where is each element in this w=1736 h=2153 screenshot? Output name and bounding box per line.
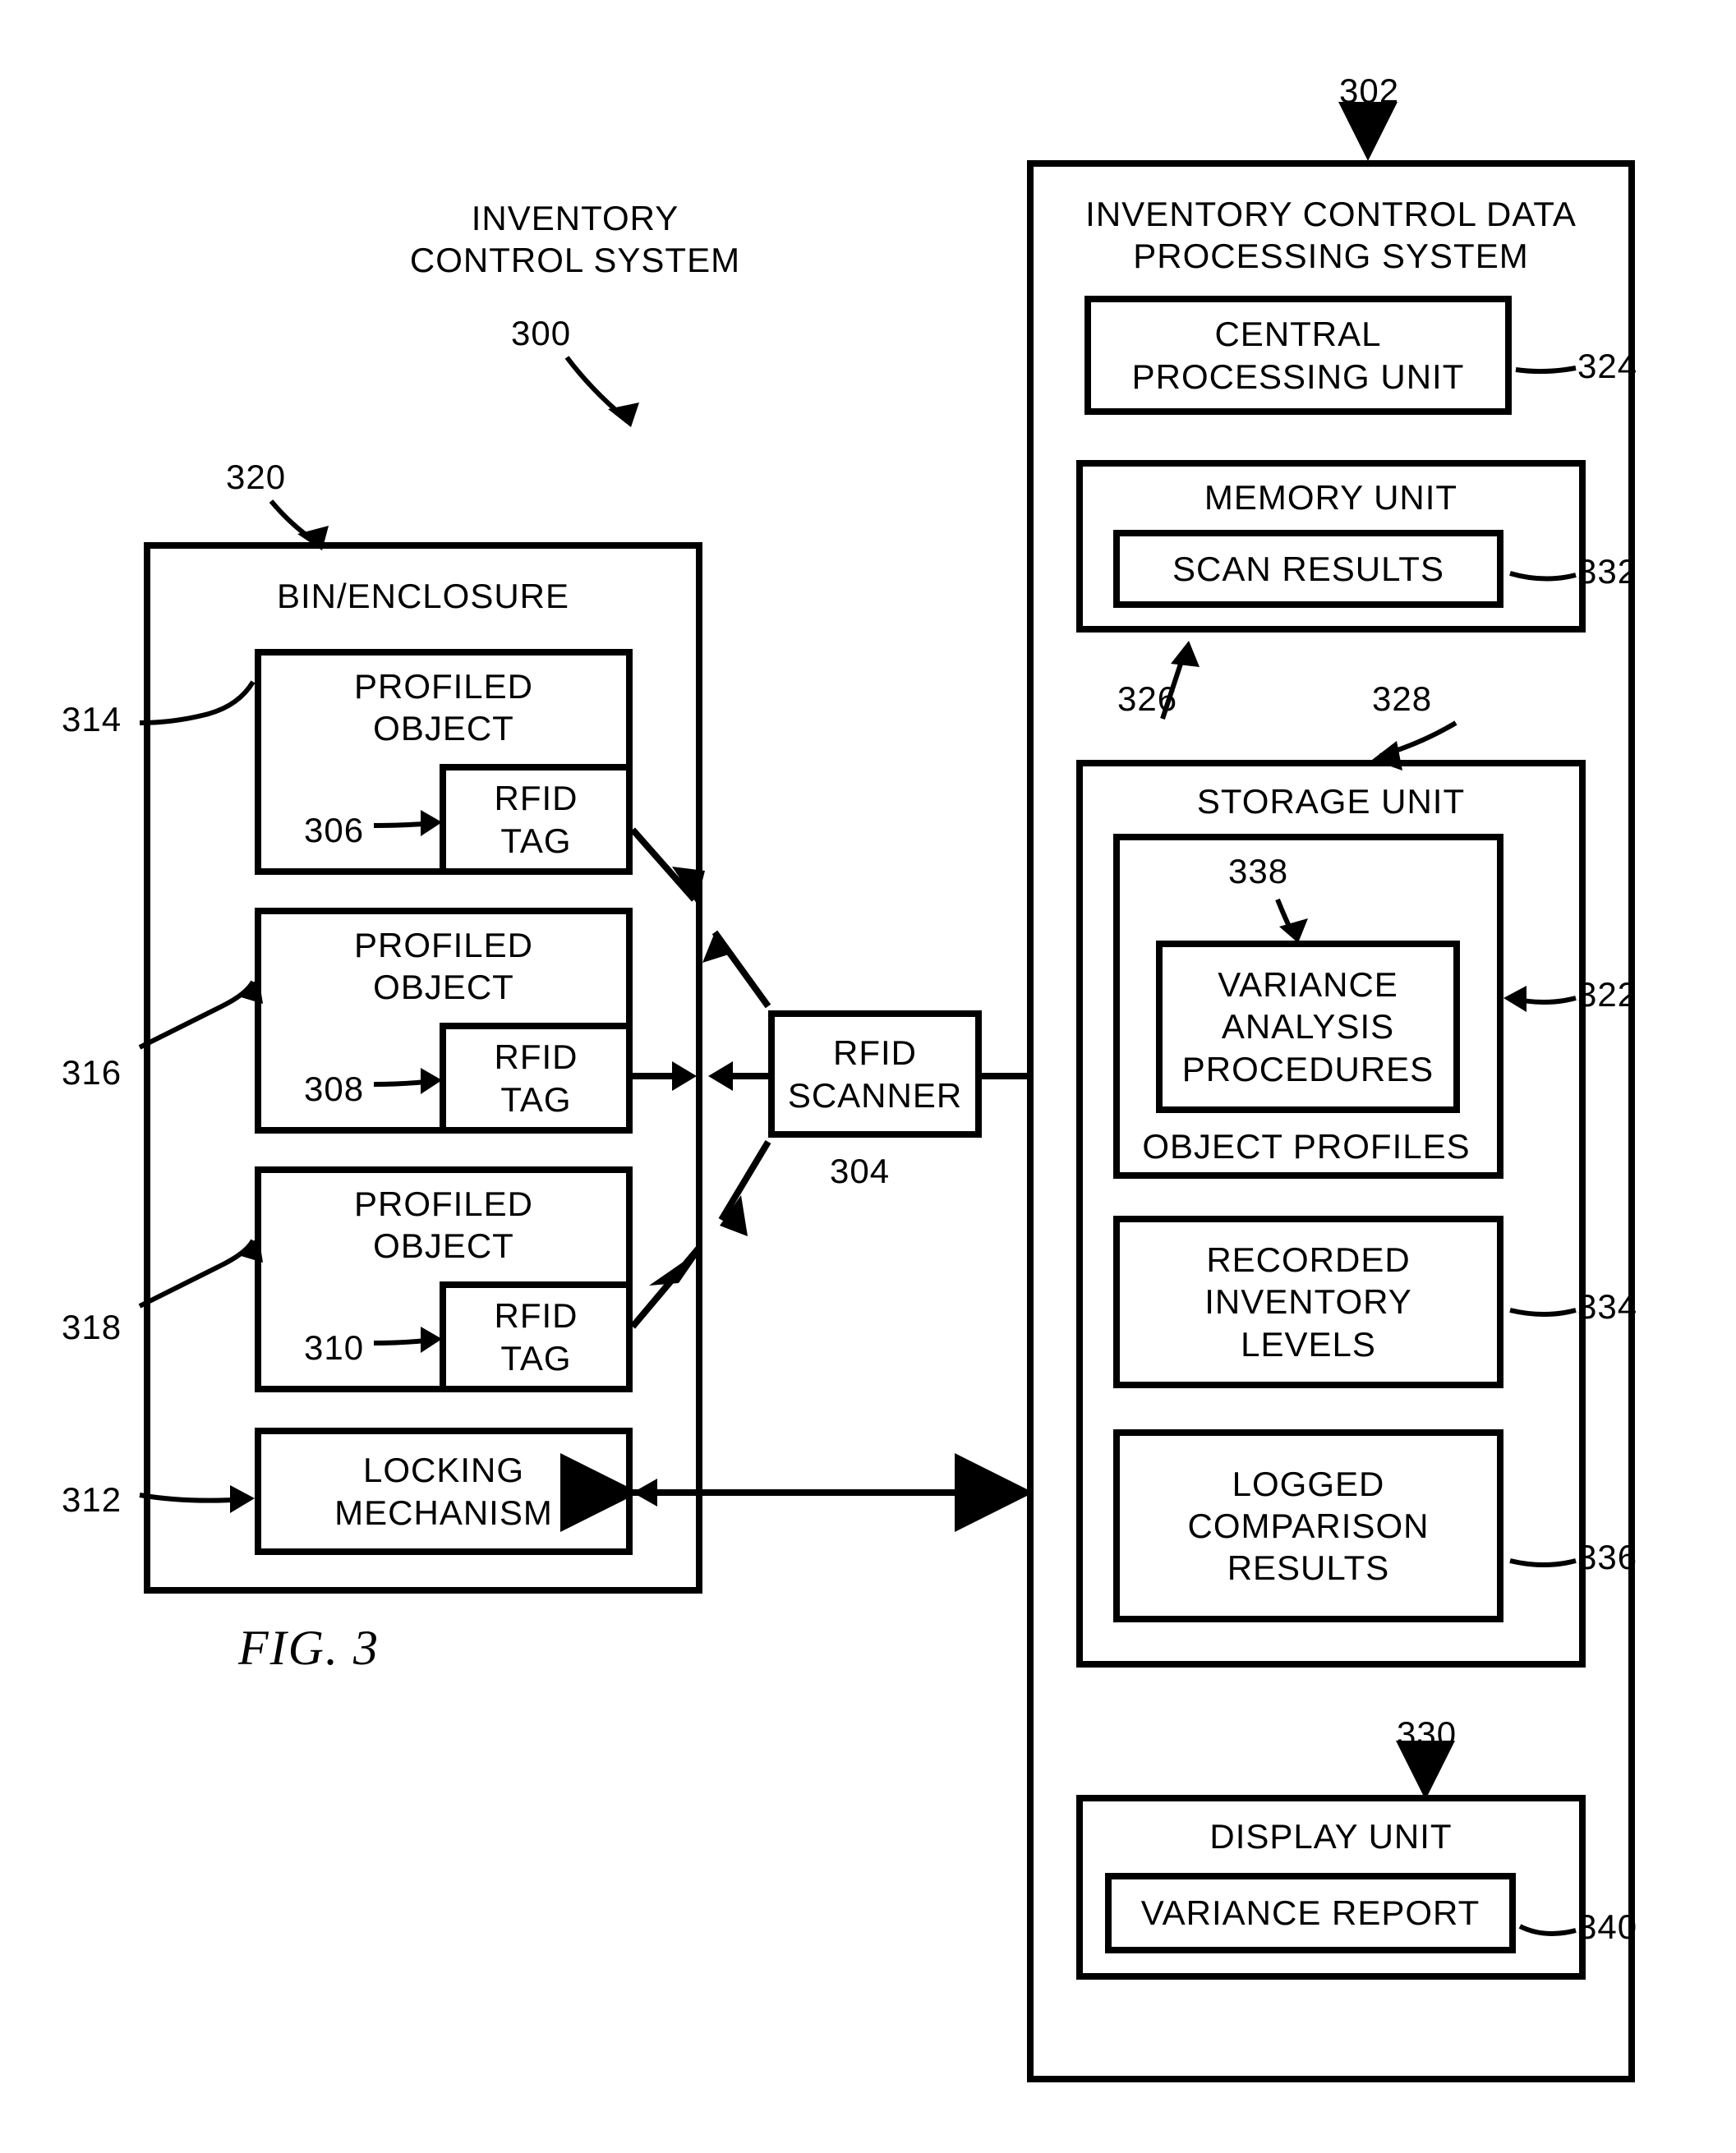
diagram-connectors <box>0 0 1736 2153</box>
